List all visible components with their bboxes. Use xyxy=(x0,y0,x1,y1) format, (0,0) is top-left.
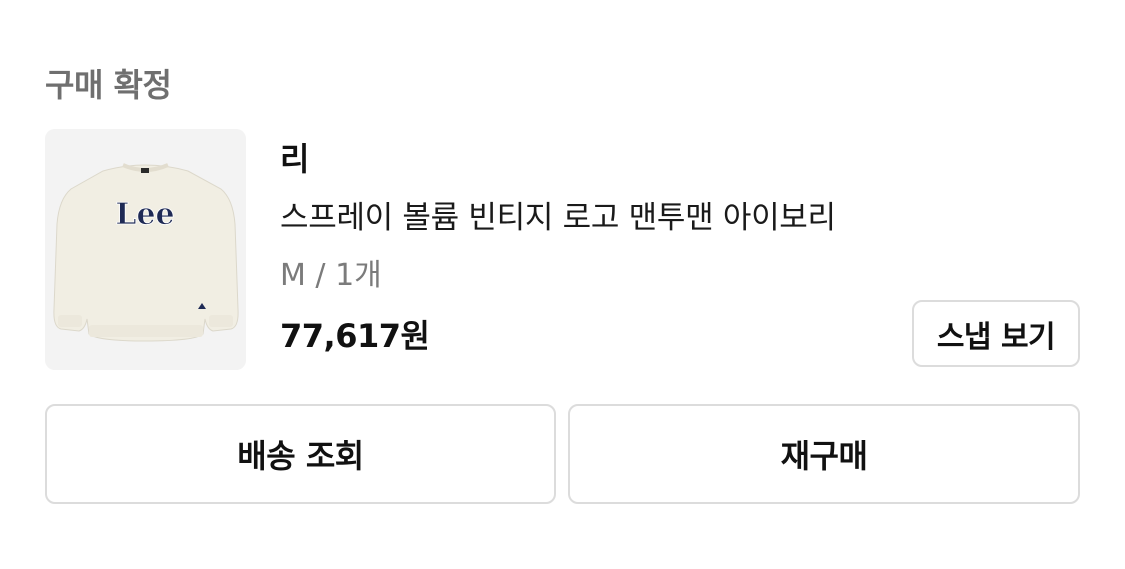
order-card: 구매 확정 Lee 리 스프레이 볼륨 빈티지 로고 맨투맨 아이보리 M / … xyxy=(0,0,1125,569)
product-option: M / 1개 xyxy=(280,258,382,293)
order-status: 구매 확정 xyxy=(45,66,172,104)
repurchase-button[interactable]: 재구매 xyxy=(568,404,1080,504)
product-name[interactable]: 스프레이 볼륨 빈티지 로고 맨투맨 아이보리 xyxy=(280,192,836,237)
svg-text:Lee: Lee xyxy=(115,197,174,232)
product-thumbnail[interactable]: Lee xyxy=(45,129,246,370)
view-snap-button[interactable]: 스냅 보기 xyxy=(912,300,1080,367)
sweatshirt-image: Lee xyxy=(45,129,246,370)
track-shipping-button[interactable]: 배송 조회 xyxy=(45,404,556,504)
product-brand[interactable]: 리 xyxy=(280,134,309,180)
product-price: 77,617원 xyxy=(280,317,430,355)
